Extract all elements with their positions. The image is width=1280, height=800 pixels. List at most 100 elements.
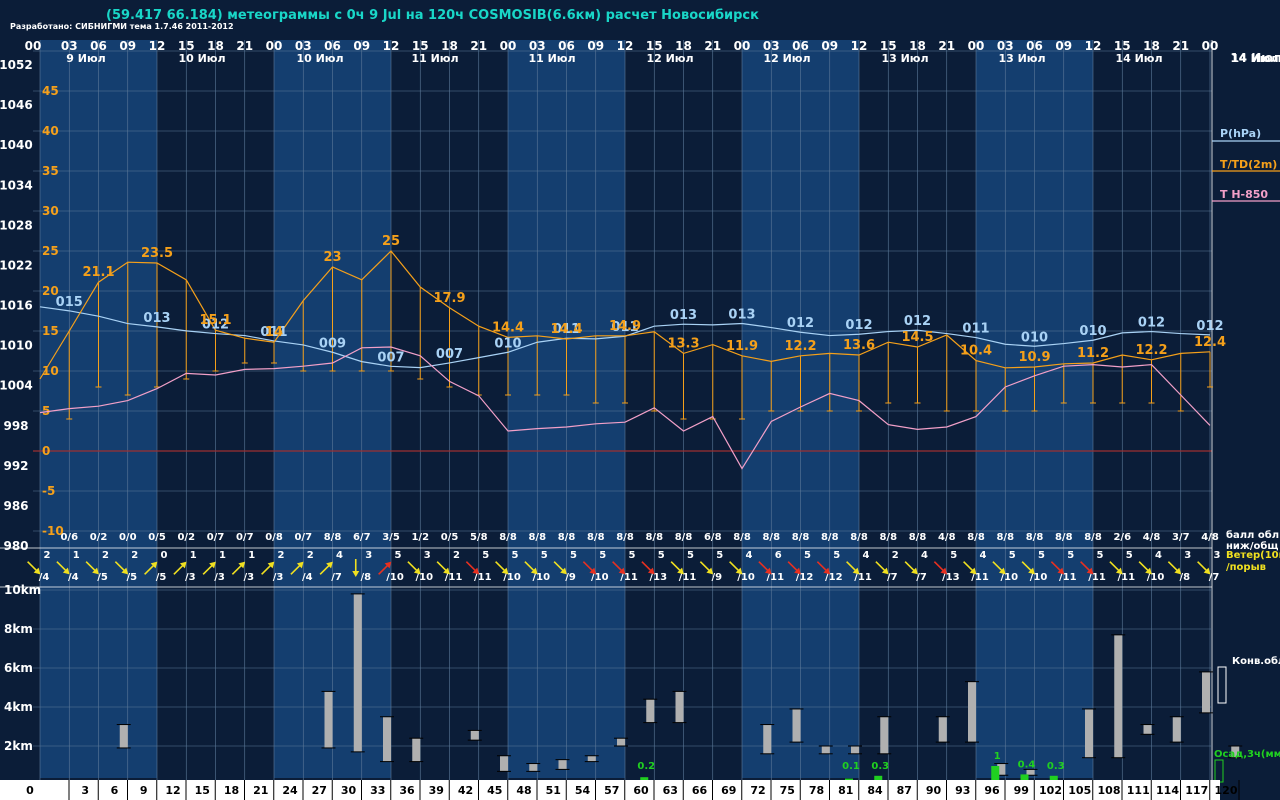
pressure-value-label: 013	[670, 308, 697, 323]
wind-speed: 5	[950, 550, 957, 561]
bottom-hour-label: 102	[1039, 784, 1062, 797]
cloud-cover-value: 0/6	[60, 532, 78, 543]
wind-gust: /3	[214, 572, 225, 583]
wind-speed: 5	[804, 550, 811, 561]
top-hour-label: 18	[1143, 39, 1160, 53]
temp-value-label: 21.1	[82, 265, 114, 280]
temp-value-label: 14.5	[901, 330, 933, 345]
cloud-cover-value: 0/8	[265, 532, 283, 543]
meteogram: 00 03 06 09 12 15 18 21 00 03 06 09 12 15 18 21 00 03 06 09…	[0, 0, 1280, 800]
date-label: 10 Июл	[178, 52, 225, 65]
date-label: 10 Июл	[296, 52, 343, 65]
bottom-hour-label: 87	[897, 784, 912, 797]
wind-speed: 5	[1067, 550, 1074, 561]
convective-cloud-bar	[646, 699, 655, 723]
pressure-axis-label: 1016	[0, 299, 33, 313]
temp-axis-label: 0	[42, 444, 50, 458]
cloud-cover-value: 8/8	[324, 532, 342, 543]
bottom-hour-label: 90	[926, 784, 942, 797]
precip-legend-label: Осад,3ч(мм)	[1214, 749, 1280, 760]
wind-speed: 5	[716, 550, 723, 561]
top-hour-label: 06	[792, 39, 809, 53]
cloud-cover-value: 0/5	[441, 532, 459, 543]
top-hour-label: 06	[324, 39, 341, 53]
pressure-value-label: 011	[962, 322, 989, 337]
convective-cloud-bar	[500, 755, 508, 772]
top-hour-label: 12	[1085, 39, 1102, 53]
meteogram-canvas: 00 03 06 09 12 15 18 21 00 03 06 09 12 15 18 21 00 03 06 09…	[0, 39, 1280, 800]
bottom-hour-label: 111	[1127, 784, 1150, 797]
height-axis-label: 8km	[4, 622, 33, 636]
wind-speed: 6	[775, 550, 782, 561]
convective-cloud-bar	[353, 593, 362, 752]
convective-cloud-bar	[529, 763, 538, 772]
pressure-axis-label: 1046	[0, 98, 33, 112]
temp-value-label: 11.2	[1077, 346, 1109, 361]
precip-value: 0.1	[842, 761, 860, 772]
top-hour-label: 09	[821, 39, 838, 53]
top-hour-label: 21	[938, 39, 955, 53]
pressure-value-label: 012	[1196, 319, 1223, 334]
wind-gust: /7	[887, 572, 898, 583]
bottom-hour-label: 18	[224, 784, 239, 797]
wind-speed: 0	[161, 550, 168, 561]
top-hour-label: 00	[25, 39, 42, 53]
wind-speed: 4	[1155, 550, 1162, 561]
temp-value-label: 25	[382, 234, 400, 249]
convective-cloud-bar	[383, 716, 391, 762]
cloud-cover-value: 0/2	[90, 532, 108, 543]
cloud-cover-value: 8/8	[645, 532, 663, 543]
precip-bar	[845, 778, 853, 780]
precip-legend-swatch	[1214, 759, 1224, 783]
cloud-cover-value: 1/2	[411, 532, 429, 543]
bottom-hour-label: 30	[341, 784, 357, 797]
height-axis-label: 10km	[4, 583, 41, 597]
cloud-cover-value: 6/8	[704, 532, 722, 543]
bottom-hour-label: 24	[282, 784, 298, 797]
bottom-hour-label: 27	[312, 784, 327, 797]
top-hour-label: 15	[880, 39, 897, 53]
wind-speed: 2	[278, 550, 285, 561]
top-hour-label: 18	[441, 39, 458, 53]
top-hour-label: 03	[295, 39, 312, 53]
pressure-axis-label: 1052	[0, 58, 33, 72]
top-hour-label: 03	[61, 39, 78, 53]
wind-gust: /9	[711, 572, 722, 583]
date-label: 9 Июл	[66, 52, 105, 65]
convective-cloud-bar	[587, 755, 596, 762]
pressure-axis-label: 1004	[0, 379, 33, 393]
date-label: 14 Июл	[1115, 52, 1162, 65]
cloud-cover-value: 8/8	[967, 532, 985, 543]
convective-legend-swatch	[1217, 666, 1227, 704]
page-title: (59.417 66.184) метеограммы с 0ч 9 Jul н…	[106, 8, 759, 23]
top-hour-label: 21	[704, 39, 721, 53]
bottom-hour-label: 75	[780, 784, 795, 797]
top-hour-label: 00	[1202, 39, 1219, 53]
bottom-hour-label: 120	[1215, 784, 1238, 797]
wind-speed: 3	[424, 550, 431, 561]
wind-gust: /5	[97, 572, 108, 583]
wind-speed: 2	[131, 550, 138, 561]
legend-temperature: T/TD(2m)	[1220, 158, 1277, 171]
wind-speed: 4	[336, 550, 343, 561]
bottom-hour-label: 54	[575, 784, 591, 797]
cloud-cover-value: 0/2	[177, 532, 195, 543]
pressure-value-label: 010	[1021, 330, 1048, 345]
temp-value-label: 12.2	[784, 339, 816, 354]
top-hour-label: 15	[1114, 39, 1131, 53]
cloud-cover-value: 6/7	[353, 532, 371, 543]
cloud-cover-value: 4/8	[1143, 532, 1161, 543]
pressure-value-label: 012	[904, 314, 931, 329]
temp-value-label: 17.9	[433, 291, 465, 306]
top-hour-label: 03	[763, 39, 780, 53]
bottom-hour-label: 78	[809, 784, 824, 797]
height-axis-label: 2km	[4, 739, 33, 753]
top-hour-label: 12	[383, 39, 400, 53]
wind-gust: /5	[156, 572, 167, 583]
wind-gust: /8	[360, 572, 371, 583]
wind-speed: 5	[512, 550, 519, 561]
pressure-value-label: 012	[787, 316, 814, 331]
cloud-cover-value: 0/7	[236, 532, 254, 543]
bottom-hour-label: 81	[838, 784, 853, 797]
cloud-cover-value: 8/8	[616, 532, 634, 543]
